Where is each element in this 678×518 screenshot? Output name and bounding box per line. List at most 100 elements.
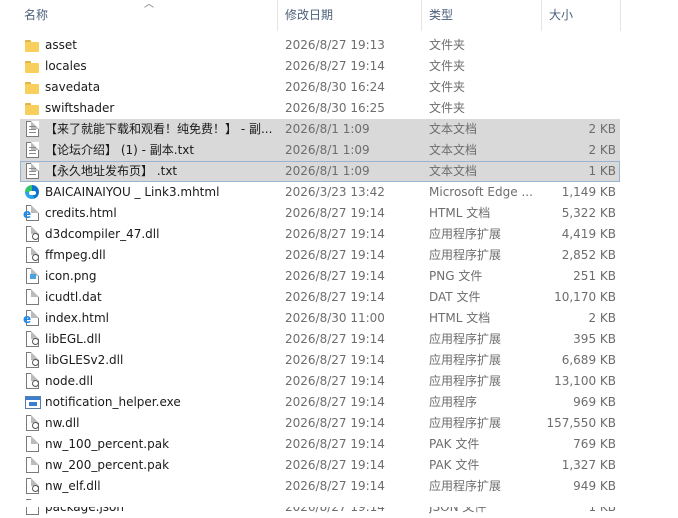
file-icon (24, 457, 40, 473)
folder-icon (24, 100, 40, 116)
file-name: nw_100_percent.pak (45, 437, 170, 451)
file-type: 文本文档 (429, 164, 478, 178)
file-size: 769 KB (573, 437, 616, 451)
file-row[interactable]: icon.png 2026/8/27 19:14 PNG 文件 251 KB (20, 266, 620, 287)
file-row[interactable]: 【论坛介绍】 (1) - 副本.txt 2026/8/1 1:09 文本文档 2 KB (20, 140, 620, 161)
file-size (546, 77, 616, 98)
file-row[interactable]: savedata 2026/8/30 16:24 文件夹 (20, 77, 620, 98)
file-name: libGLESv2.dll (45, 353, 124, 367)
folder-icon (24, 37, 40, 53)
file-type: PNG 文件 (429, 269, 483, 283)
file-type: 文本文档 (429, 122, 478, 136)
image-file-icon (24, 268, 40, 284)
file-row[interactable]: notification_helper.exe 2026/8/27 19:14 应用… (20, 392, 620, 413)
file-date: 2026/8/27 19:14 (285, 269, 385, 283)
file-name: libEGL.dll (45, 332, 101, 346)
file-row[interactable]: swiftshader 2026/8/30 16:25 文件夹 (20, 98, 620, 119)
text-file-icon (24, 142, 40, 158)
column-divider[interactable] (541, 0, 542, 31)
file-date: 2026/8/27 19:14 (285, 353, 385, 367)
file-date: 2026/8/27 19:14 (285, 395, 385, 409)
file-size: 10,170 KB (554, 290, 616, 304)
file-row[interactable]: nw_100_percent.pak 2026/8/27 19:14 PAK 文件 7… (20, 434, 620, 455)
file-row[interactable]: nw.dll 2026/8/27 19:14 应用程序扩展 157,550 KB (20, 413, 620, 434)
file-name: locales (45, 59, 87, 73)
file-name: savedata (45, 80, 101, 94)
file-row[interactable]: 【来了就能下载和观看！纯免费！】 - 副... 2026/8/1 1:09 文本文档… (20, 119, 620, 140)
file-size: 2 KB (588, 311, 616, 325)
file-row[interactable]: icudtl.dat 2026/8/27 19:14 DAT 文件 10,170 KB (20, 287, 620, 308)
file-size: 1 KB (588, 164, 616, 178)
file-row[interactable]: nw_200_percent.pak 2026/8/27 19:14 PAK 文件 1… (20, 455, 620, 476)
file-row[interactable]: d3dcompiler_47.dll 2026/8/27 19:14 应用程序扩展 4… (20, 224, 620, 245)
file-name: 【来了就能下载和观看！纯免费！】 - 副... (45, 122, 273, 136)
file-row[interactable]: libGLESv2.dll 2026/8/27 19:14 应用程序扩展 6,689 … (20, 350, 620, 371)
file-size: 1,149 KB (561, 185, 616, 199)
file-row[interactable]: libEGL.dll 2026/8/27 19:14 应用程序扩展 395 KB (20, 329, 620, 350)
file-date: 2026/8/27 19:14 (285, 332, 385, 346)
file-date: 2026/8/1 1:09 (285, 122, 370, 136)
file-row[interactable]: node.dll 2026/8/27 19:14 应用程序扩展 13,100 KB (20, 371, 620, 392)
file-date: 2026/8/30 16:25 (285, 101, 385, 115)
file-row[interactable]: nw_elf.dll 2026/8/27 19:14 应用程序扩展 949 KB (20, 476, 620, 497)
file-size: 5,322 KB (561, 206, 616, 220)
file-date: 2026/8/30 16:24 (285, 80, 385, 94)
file-size: 2,852 KB (561, 248, 616, 262)
column-header-name[interactable]: 名称 (19, 0, 277, 31)
file-icon (24, 289, 40, 305)
file-name: 【永久地址发布页】 .txt (45, 164, 178, 178)
file-type: 应用程序扩展 (429, 416, 502, 430)
file-type: 应用程序扩展 (429, 227, 502, 241)
file-name: icon.png (45, 269, 97, 283)
file-row[interactable]: BAICAINAIYOU _ Link3.mhtml 2026/3/23 13:4… (20, 182, 620, 203)
file-date: 2026/8/1 1:09 (285, 164, 370, 178)
file-name: swiftshader (45, 101, 115, 115)
file-row[interactable]: e credits.html 2026/8/27 19:14 HTML 文档 5,322… (20, 203, 620, 224)
file-size: 157,550 KB (546, 416, 616, 430)
file-row[interactable]: locales 2026/8/27 19:14 文件夹 (20, 56, 620, 77)
column-divider[interactable] (421, 0, 422, 31)
application-icon (24, 394, 41, 410)
file-date: 2026/8/27 19:14 (285, 458, 385, 472)
file-size: 395 KB (573, 332, 616, 346)
dll-file-icon (24, 247, 40, 263)
folder-icon (24, 79, 40, 95)
file-type: 文件夹 (429, 59, 466, 73)
file-size: 13,100 KB (554, 374, 616, 388)
dll-file-icon (24, 352, 40, 368)
file-date: 2026/8/27 19:14 (285, 227, 385, 241)
file-name: d3dcompiler_47.dll (45, 227, 160, 241)
file-icon (24, 436, 40, 452)
file-row[interactable]: asset 2026/8/27 19:13 文件夹 (20, 35, 620, 56)
html-file-icon: e (23, 310, 40, 326)
file-name: notification_helper.exe (45, 395, 181, 409)
column-divider[interactable] (277, 0, 278, 31)
file-row[interactable]: ffmpeg.dll 2026/8/27 19:14 应用程序扩展 2,852 KB (20, 245, 620, 266)
file-date: 2026/3/23 13:42 (285, 185, 385, 199)
column-header-date[interactable]: 修改日期 (280, 0, 421, 31)
dll-file-icon (24, 226, 40, 242)
file-type: PAK 文件 (429, 437, 480, 451)
file-size: 4,419 KB (561, 227, 616, 241)
column-header-type[interactable]: 类型 (424, 0, 541, 31)
file-type: 应用程序扩展 (429, 479, 502, 493)
file-type: 文件夹 (429, 80, 466, 94)
file-type: HTML 文档 (429, 206, 491, 220)
file-name: ffmpeg.dll (45, 248, 106, 262)
file-type: 文件夹 (429, 38, 466, 52)
file-type: 文件夹 (429, 101, 466, 115)
column-header-size[interactable]: 大小 (544, 0, 620, 31)
file-row[interactable]: e index.html 2026/8/30 11:00 HTML 文档 2 KB (20, 308, 620, 329)
file-date: 2026/8/27 19:13 (285, 38, 385, 52)
file-row[interactable]: 【永久地址发布页】 .txt 2026/8/1 1:09 文本文档 1 KB (20, 161, 620, 182)
column-divider[interactable] (620, 0, 621, 31)
dll-file-icon (24, 331, 40, 347)
html-file-icon: e (23, 205, 40, 221)
edge-icon (24, 184, 40, 200)
file-date: 2026/8/27 19:14 (285, 479, 385, 493)
text-file-icon (24, 163, 40, 179)
column-header: ︿ 名称 修改日期 类型 大小 (0, 0, 678, 31)
file-date: 2026/8/27 19:14 (285, 374, 385, 388)
file-type: Microsoft Edge ... (429, 185, 533, 199)
file-name: BAICAINAIYOU _ Link3.mhtml (45, 185, 220, 199)
